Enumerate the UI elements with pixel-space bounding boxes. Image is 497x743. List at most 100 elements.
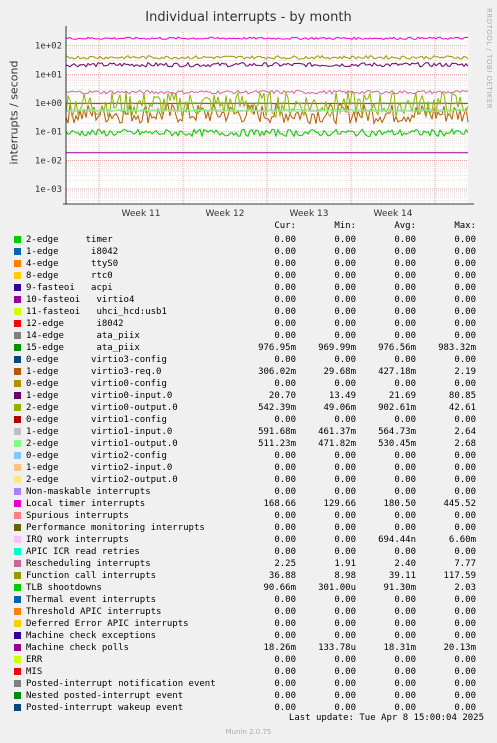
legend-swatch [14, 476, 21, 483]
legend-value-max: 117.59 [443, 571, 476, 581]
legend-series-name: 1-edge virtio2-input.0 [26, 463, 173, 473]
legend-column-header: Max: [454, 221, 476, 231]
x-tick-label: Week 12 [206, 209, 245, 219]
legend-header: Cur: Min: Avg: Max: [0, 220, 497, 232]
legend-value-max: 0.00 [454, 247, 476, 257]
legend-value-max: 0.00 [454, 475, 476, 485]
legend-swatch [14, 272, 21, 279]
legend-row: Machine check polls 18.26m 133.78u 18.31m 20… [0, 642, 497, 654]
legend-series-name: 1-edge virtio1-input.0 [26, 427, 173, 437]
legend-series-name: 0-edge virtio2-config [26, 451, 167, 461]
legend-series-name: 2-edge virtio1-output.0 [26, 439, 178, 449]
legend-swatch [14, 668, 21, 675]
legend-swatch [14, 356, 21, 363]
legend-series-name: 2-edge virtio2-output.0 [26, 475, 178, 485]
legend-series-name: MIS [26, 667, 43, 677]
legend-series-name: 0-edge virtio0-config [26, 379, 167, 389]
legend-row: 0-edge virtio1-config 0.00 0.00 0.00 0.00 [0, 414, 497, 426]
legend-value-max: 0.00 [454, 355, 476, 365]
legend-swatch [14, 296, 21, 303]
legend-series-name: Threshold APIC interrupts [26, 607, 162, 617]
legend-swatch [14, 260, 21, 267]
legend-value-max: 0.00 [454, 319, 476, 329]
legend-row: Spurious interrupts 0.00 0.00 0.00 0.00 [0, 510, 497, 522]
legend-row: 10-fasteoi virtio4 0.00 0.00 0.00 0.00 [0, 294, 497, 306]
legend-row: 2-edge virtio1-output.0 511.23m 471.82m 530… [0, 438, 497, 450]
legend-swatch [14, 512, 21, 519]
legend-row: Deferred Error APIC interrupts 0.00 0.00 0.… [0, 618, 497, 630]
legend-value-max: 0.00 [454, 295, 476, 305]
legend-series-name: Thermal event interrupts [26, 595, 157, 605]
legend-row: 0-edge virtio2-config 0.00 0.00 0.00 0.00 [0, 450, 497, 462]
legend-series-name: APIC ICR read retries [26, 547, 140, 557]
y-tick-label: 1e+00 [35, 99, 62, 109]
legend-value-max: 2.03 [454, 583, 476, 593]
y-tick-label: 1e+02 [35, 42, 62, 52]
legend-swatch [14, 332, 21, 339]
legend-swatch [14, 236, 21, 243]
legend-swatch [14, 632, 21, 639]
legend-value-max: 2.19 [454, 367, 476, 377]
legend-value-max: 0.00 [454, 619, 476, 629]
legend-value-max: 20.13m [443, 643, 476, 653]
legend-row: MIS 0.00 0.00 0.00 0.00 [0, 666, 497, 678]
legend-row: 9-fasteoi acpi 0.00 0.00 0.00 0.00 [0, 282, 497, 294]
legend-value-max: 6.60m [448, 535, 476, 545]
legend-value-max: 0.00 [454, 271, 476, 281]
legend-series-name: 12-edge i8042 [26, 319, 124, 329]
legend-swatch [14, 380, 21, 387]
munin-version: Munin 2.0.75 [225, 728, 272, 736]
legend-series-name: 1-edge virtio3-req.0 [26, 367, 162, 377]
legend-series-name: 1-edge virtio0-input.0 [26, 391, 173, 401]
legend-swatch [14, 344, 21, 351]
legend-series-name: Deferred Error APIC interrupts [26, 619, 189, 629]
legend-value-max: 445.52 [443, 499, 476, 509]
legend-value-max: 0.00 [454, 487, 476, 497]
legend-swatch [14, 680, 21, 687]
legend-value-max: 0.00 [454, 547, 476, 557]
legend-value-max: 0.00 [454, 667, 476, 677]
legend-row: Local timer interrupts 168.66 129.66 180.50… [0, 498, 497, 510]
legend-swatch [14, 692, 21, 699]
legend-row: IRQ work interrupts 0.00 0.00 694.44n 6.60m [0, 534, 497, 546]
x-tick-label: Week 14 [374, 209, 413, 219]
legend-swatch [14, 596, 21, 603]
legend-swatch [14, 584, 21, 591]
x-tick-label: Week 11 [122, 209, 161, 219]
legend-swatch [14, 548, 21, 555]
legend-value-max: 0.00 [454, 259, 476, 269]
legend-swatch [14, 464, 21, 471]
legend-series-name: Rescheduling interrupts [26, 559, 151, 569]
legend-series-name: 1-edge i8042 [26, 247, 119, 257]
legend-row: APIC ICR read retries 0.00 0.00 0.00 0.00 [0, 546, 497, 558]
legend-value-max: 2.68 [454, 439, 476, 449]
legend-row: 0-edge virtio3-config 0.00 0.00 0.00 0.00 [0, 354, 497, 366]
legend-swatch [14, 704, 21, 711]
legend-value-max: 0.00 [454, 691, 476, 701]
legend-swatch [14, 392, 21, 399]
legend-value-max: 0.00 [454, 379, 476, 389]
legend-swatch [14, 452, 21, 459]
legend-swatch [14, 428, 21, 435]
legend-series-name: 4-edge ttyS0 [26, 259, 119, 269]
x-tick-label: Week 13 [290, 209, 329, 219]
legend-value-max: 0.00 [454, 523, 476, 533]
y-tick-label: 1e-02 [35, 156, 62, 166]
legend-series-name: 0-edge virtio1-config [26, 415, 167, 425]
legend-row: 1-edge virtio3-req.0 306.02m 29.68m 427.18m… [0, 366, 497, 378]
legend-swatch [14, 500, 21, 507]
legend-series-name: 2-edge timer [26, 235, 113, 245]
y-tick-label: 1e-01 [35, 128, 62, 138]
legend-value-max: 0.00 [454, 235, 476, 245]
legend-row: ERR 0.00 0.00 0.00 0.00 [0, 654, 497, 666]
legend-series-name: 15-edge ata_piix [26, 343, 140, 353]
legend-row: Nested posted-interrupt event 0.00 0.00 0.0… [0, 690, 497, 702]
legend-value-max: 0.00 [454, 631, 476, 641]
legend-swatch [14, 536, 21, 543]
legend-series-name: 0-edge virtio3-config [26, 355, 167, 365]
legend-row: 2-edge virtio2-output.0 0.00 0.00 0.00 0.00 [0, 474, 497, 486]
legend-row: 2-edge timer 0.00 0.00 0.00 0.00 [0, 234, 497, 246]
legend-series-name: Local timer interrupts [26, 499, 146, 509]
legend-series-name: 9-fasteoi acpi [26, 283, 113, 293]
legend-value-max: 0.00 [454, 331, 476, 341]
